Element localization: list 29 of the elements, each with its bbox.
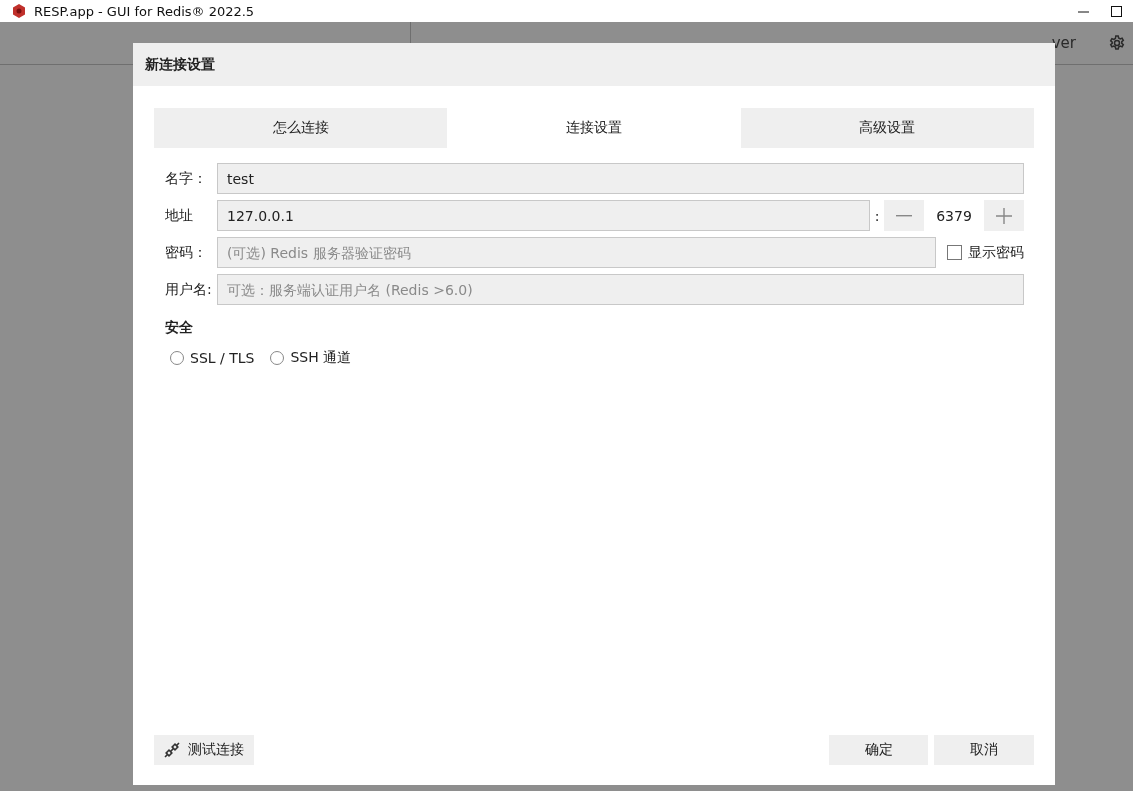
tab[interactable]: 怎么连接 <box>154 108 448 148</box>
maximize-icon[interactable] <box>1111 5 1122 17</box>
field-label: 用户名: <box>165 280 213 299</box>
settings-icon[interactable] <box>1109 35 1125 51</box>
app-logo-icon <box>12 4 26 18</box>
separator: : <box>873 207 881 224</box>
field-label: 名字： <box>165 169 208 188</box>
tab[interactable]: 高级设置 <box>740 108 1034 148</box>
window-title: RESP.app - GUI for Redis® 2022.5 <box>34 3 256 19</box>
checkbox-label: 显示密码 <box>968 243 1024 262</box>
plug-icon <box>164 742 180 758</box>
section-heading: 安全 <box>165 319 194 337</box>
input-field[interactable]: 可选：服务端认证用户名 (Redis >6.0) <box>217 274 1024 305</box>
radio-label: SSL / TLS <box>190 350 255 366</box>
password-field[interactable]: (可选) Redis 服务器验证密码 <box>217 237 936 268</box>
ok-button[interactable]: 确定 <box>829 735 928 765</box>
minus-icon[interactable] <box>896 214 912 217</box>
field-label: 密码： <box>165 243 208 262</box>
port-spinbox[interactable]: 6379 <box>884 200 1024 231</box>
input-field[interactable]: test <box>217 163 1024 194</box>
port-value: 6379 <box>924 200 984 231</box>
test-connection-button[interactable]: 测试连接 <box>154 735 254 765</box>
field-label: 地址 <box>165 206 194 225</box>
radio-label: SSH 通道 <box>290 349 352 367</box>
host-field[interactable]: 127.0.0.1 <box>217 200 870 231</box>
dialog-title: 新连接设置 <box>133 43 1055 86</box>
cancel-button[interactable]: 取消 <box>934 735 1034 765</box>
plus-icon[interactable] <box>996 207 1012 224</box>
checkbox[interactable] <box>947 245 962 260</box>
